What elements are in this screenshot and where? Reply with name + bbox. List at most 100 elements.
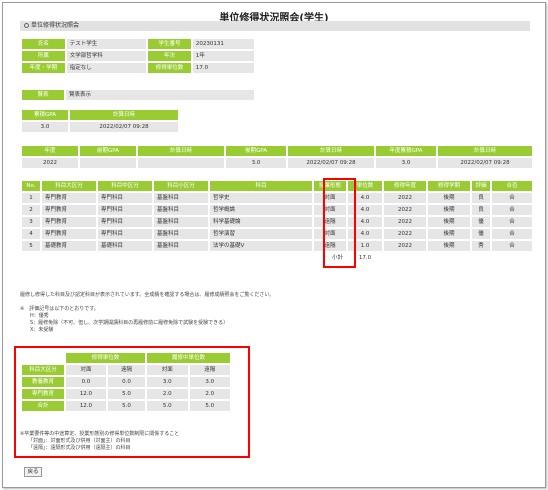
- student-info-table: 氏名 テスト学生 学生番号 20230131 所属 文学部哲学科 年次 1年 年…: [20, 37, 256, 75]
- display-table: 賢表 賢表表示: [20, 88, 256, 102]
- course-middle: 専門科目: [98, 205, 152, 215]
- gpa-year-v6: 2022/02/07 09:28: [438, 158, 532, 168]
- display-label: 賢表: [22, 90, 64, 100]
- course-h-minor: 科目小区分: [154, 181, 208, 191]
- course-grade: 優: [472, 229, 490, 239]
- credits-value: 17.0: [192, 63, 254, 73]
- course-h-grade: 評価: [472, 181, 490, 191]
- course-grade: 良: [472, 205, 490, 215]
- year-value: 1年: [192, 51, 254, 61]
- gpa-year-h2: 計算日時: [138, 146, 224, 156]
- course-minor: 基盤科目: [154, 217, 208, 227]
- note-line-3: H：優秀: [30, 313, 49, 319]
- gpa-year-h5: 年度累積GPA: [376, 146, 436, 156]
- name-label: 氏名: [22, 39, 65, 49]
- gpa-year-v5: 3.0: [376, 158, 436, 168]
- course-no: 4: [22, 229, 40, 239]
- id-value: 20230131: [192, 39, 254, 49]
- affil-label: 所属: [22, 51, 65, 61]
- course-pass: 合: [492, 217, 532, 227]
- gpa-year-table: 年度 前期GPA 計算日時 後期GPA 計算日時 年度累積GPA 計算日時 20…: [20, 144, 534, 170]
- gpa-year-v3: 3.0: [226, 158, 286, 168]
- course-no: 5: [22, 241, 40, 251]
- gpa-year-h6: 計算日時: [438, 146, 532, 156]
- gpa-year-v1: [80, 158, 136, 168]
- name-value: テスト学生: [66, 39, 147, 49]
- course-year: 2022: [384, 217, 426, 227]
- gpa-year-h4: 計算日時: [288, 146, 374, 156]
- affil-value: 文学部哲学科: [66, 51, 147, 61]
- display-value: 賢表表示: [66, 90, 254, 100]
- year-label: 年次: [148, 51, 191, 61]
- table-row: 4 専門教育 専門科目 基盤科目 哲学演習 対面 4.0 2022 後期 優 合: [22, 229, 532, 239]
- course-term: 後期: [428, 217, 470, 227]
- course-no: 3: [22, 217, 40, 227]
- course-term: 後期: [428, 205, 470, 215]
- gpa-year-h3: 後期GPA: [226, 146, 286, 156]
- course-grade: 優: [472, 217, 490, 227]
- back-button[interactable]: 戻る: [24, 467, 42, 477]
- course-minor: 基盤科目: [154, 205, 208, 215]
- course-major: 専門教育: [42, 205, 96, 215]
- course-middle: 専門科目: [98, 229, 152, 239]
- course-no: 1: [22, 193, 40, 203]
- gpa-total-value: 3.0: [22, 122, 68, 132]
- gpa-year-v2: [138, 158, 224, 168]
- course-pass: 合: [492, 229, 532, 239]
- table-row: 1 専門教育 専門科目 基盤科目 哲学史 対面 4.0 2022 後期 良 合: [22, 193, 532, 203]
- course-h-year: 修得年度: [384, 181, 426, 191]
- course-subject: 法学の基礎V: [210, 241, 312, 251]
- gpa-total-table: 累積GPA 計算日時 3.0 2022/02/07 09:28: [20, 108, 180, 134]
- gpa-time-header: 計算日時: [70, 110, 178, 120]
- course-major: 基礎教育: [42, 241, 96, 251]
- course-pass: 合: [492, 193, 532, 203]
- gpa-time-value: 2022/02/07 09:28: [70, 122, 178, 132]
- course-term: 後期: [428, 229, 470, 239]
- credits-label: 修得単位数: [148, 63, 191, 73]
- course-pass: 合: [492, 241, 532, 251]
- course-year: 2022: [384, 241, 426, 251]
- gpa-year-v4: 2022/02/07 09:28: [288, 158, 374, 168]
- course-minor: 基盤科目: [154, 193, 208, 203]
- course-year: 2022: [384, 205, 426, 215]
- gpa-year-v0: 2022: [22, 158, 78, 168]
- term-label: 年度・学期: [22, 63, 65, 73]
- course-middle: 専門科目: [98, 193, 152, 203]
- course-minor: 基盤科目: [154, 229, 208, 239]
- search-icon: [24, 23, 29, 28]
- course-pass: 合: [492, 205, 532, 215]
- course-major: 専門教育: [42, 229, 96, 239]
- note-line-5: X：未受験: [30, 327, 54, 333]
- gpa-year-h1: 前期GPA: [80, 146, 136, 156]
- course-major: 専門教育: [42, 193, 96, 203]
- course-h-pass: 合否: [492, 181, 532, 191]
- note-line-1: 履修し修得した科目及び認定科目が表示されています。全成績を確認する場合は、履修成…: [20, 292, 275, 298]
- course-middle: 基礎科目: [98, 241, 152, 251]
- table-row: 5 基礎教育 基礎科目 基盤科目 法学の基礎V 遠隔 1.0 2022 後期 秀…: [22, 241, 532, 251]
- gpa-year-h0: 年度: [22, 146, 78, 156]
- table-row: 2 専門教育 専門科目 基盤科目 哲学概論 対面 4.0 2022 後期 良 合: [22, 205, 532, 215]
- course-subject: 科学基礎論: [210, 217, 312, 227]
- id-label: 学生番号: [148, 39, 191, 49]
- format-highlight: [323, 178, 356, 268]
- course-term: 後期: [428, 193, 470, 203]
- course-h-term: 修得学期: [428, 181, 470, 191]
- course-minor: 基盤科目: [154, 241, 208, 251]
- gpa-total-header: 累積GPA: [22, 110, 68, 120]
- course-h-middle: 科目中区分: [98, 181, 152, 191]
- section-header: 単位修得状況照会: [20, 21, 530, 31]
- course-h-no: No.: [22, 181, 40, 191]
- course-grade: 良: [472, 193, 490, 203]
- course-term: 後期: [428, 241, 470, 251]
- course-h-major: 科目大区分: [42, 181, 96, 191]
- course-year: 2022: [384, 229, 426, 239]
- course-subject: 哲学史: [210, 193, 312, 203]
- summary-highlight: [14, 346, 250, 458]
- course-subject: 哲学概論: [210, 205, 312, 215]
- course-year: 2022: [384, 193, 426, 203]
- term-value: 指定なし: [66, 63, 147, 73]
- course-no: 2: [22, 205, 40, 215]
- course-middle: 専門科目: [98, 217, 152, 227]
- course-subject: 哲学演習: [210, 229, 312, 239]
- course-table: No. 科目大区分 科目中区分 科目小区分 科目 授業形態 単位数 修得年度 修…: [20, 179, 534, 265]
